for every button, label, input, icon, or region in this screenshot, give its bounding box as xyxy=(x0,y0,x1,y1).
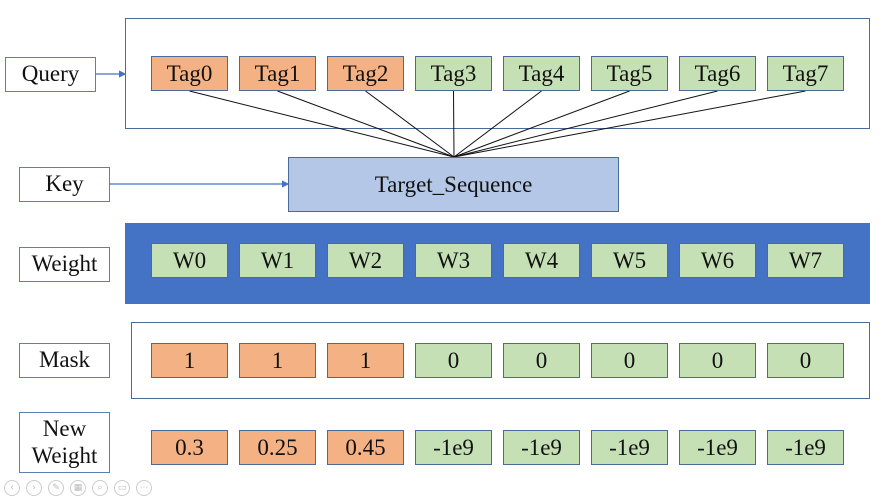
tag-box-2: Tag2 xyxy=(327,56,404,91)
tag-connector-6 xyxy=(453,90,718,158)
weight-box-5: W5 xyxy=(591,243,668,278)
new-weight-box-text: 0.3 xyxy=(175,434,204,460)
weight-box-text: W2 xyxy=(348,247,383,273)
new-weight-box-3: -1e9 xyxy=(415,430,492,465)
mask-label: Mask xyxy=(19,343,110,378)
new-weight-text-1: New xyxy=(42,416,87,442)
mask-box-0: 1 xyxy=(151,343,228,378)
mask-box-text: 0 xyxy=(623,347,636,373)
weight-box-3: W3 xyxy=(415,243,492,278)
mask-box-6: 0 xyxy=(679,343,756,378)
weight-box-text: W1 xyxy=(260,247,295,273)
weight-box-text: W0 xyxy=(172,247,207,273)
prev-icon[interactable]: ‹ xyxy=(4,480,20,496)
weight-box-text: W7 xyxy=(788,247,823,273)
weight-box-0: W0 xyxy=(151,243,228,278)
mask-box-5: 0 xyxy=(591,343,668,378)
weight-box-4: W4 xyxy=(503,243,580,278)
tag-box-text: Tag0 xyxy=(166,60,213,86)
tag-box-1: Tag1 xyxy=(239,56,316,91)
slides-icon[interactable]: ▦ xyxy=(70,480,86,496)
new-weight-box-2: 0.45 xyxy=(327,430,404,465)
mask-box-7: 0 xyxy=(767,343,844,378)
tag-box-text: Tag1 xyxy=(254,60,301,86)
mask-box-text: 0 xyxy=(799,347,812,373)
mask-box-text: 0 xyxy=(535,347,548,373)
new-weight-box-text: -1e9 xyxy=(785,434,826,460)
new-weight-box-6: -1e9 xyxy=(679,430,756,465)
new-weight-box-text: -1e9 xyxy=(521,434,562,460)
pen-icon[interactable]: ✎ xyxy=(48,480,64,496)
weight-box-text: W5 xyxy=(612,247,647,273)
mask-box-text: 1 xyxy=(271,347,284,373)
tag-box-text: Tag6 xyxy=(694,60,741,86)
weight-text: Weight xyxy=(31,251,98,277)
mask-box-text: 1 xyxy=(359,347,372,373)
new-weight-box-text: -1e9 xyxy=(433,434,474,460)
tag-box-text: Tag5 xyxy=(606,60,653,86)
subtitles-icon[interactable]: ▭ xyxy=(114,480,130,496)
new-weight-label: New Weight xyxy=(19,412,110,473)
tag-box-5: Tag5 xyxy=(591,56,668,91)
tag-connector-2 xyxy=(365,90,455,158)
tag-connector-7 xyxy=(453,90,806,158)
target-sequence-text: Target_Sequence xyxy=(374,171,533,197)
new-weight-box-text: -1e9 xyxy=(697,434,738,460)
new-weight-box-5: -1e9 xyxy=(591,430,668,465)
tag-box-text: Tag3 xyxy=(430,60,477,86)
tag-box-text: Tag7 xyxy=(782,60,829,86)
weight-box-2: W2 xyxy=(327,243,404,278)
new-weight-box-0: 0.3 xyxy=(151,430,228,465)
mask-box-2: 1 xyxy=(327,343,404,378)
tag-box-text: Tag2 xyxy=(342,60,389,86)
new-weight-box-text: 0.25 xyxy=(257,434,298,460)
key-text: Key xyxy=(45,171,84,197)
new-weight-box-7: -1e9 xyxy=(767,430,844,465)
tag-box-text: Tag4 xyxy=(518,60,565,86)
tag-box-7: Tag7 xyxy=(767,56,844,91)
zoom-icon[interactable]: ⌕ xyxy=(92,480,108,496)
weight-label: Weight xyxy=(19,247,110,282)
key-label: Key xyxy=(19,167,110,202)
query-label: Query xyxy=(5,57,96,92)
mask-text: Mask xyxy=(38,347,91,373)
new-weight-box-1: 0.25 xyxy=(239,430,316,465)
new-weight-box-text: 0.45 xyxy=(345,434,386,460)
mask-box-3: 0 xyxy=(415,343,492,378)
weight-box-text: W3 xyxy=(436,247,471,273)
tag-connector-1 xyxy=(277,90,455,158)
weight-box-1: W1 xyxy=(239,243,316,278)
tag-box-6: Tag6 xyxy=(679,56,756,91)
tag-box-4: Tag4 xyxy=(503,56,580,91)
weight-box-7: W7 xyxy=(767,243,844,278)
query-text: Query xyxy=(21,61,80,87)
weight-box-text: W6 xyxy=(700,247,735,273)
tag-box-0: Tag0 xyxy=(151,56,228,91)
new-weight-box-text: -1e9 xyxy=(609,434,650,460)
next-icon[interactable]: › xyxy=(26,480,42,496)
new-weight-box-4: -1e9 xyxy=(503,430,580,465)
tag-box-3: Tag3 xyxy=(415,56,492,91)
tag-connector-3 xyxy=(453,90,455,158)
mask-box-text: 0 xyxy=(711,347,724,373)
mask-box-1: 1 xyxy=(239,343,316,378)
mask-box-4: 0 xyxy=(503,343,580,378)
weight-box-6: W6 xyxy=(679,243,756,278)
tag-connector-5 xyxy=(453,90,630,158)
target-sequence-box: Target_Sequence xyxy=(288,157,619,212)
mask-box-text: 0 xyxy=(447,347,460,373)
weight-box-text: W4 xyxy=(524,247,559,273)
tag-connector-4 xyxy=(453,90,542,158)
more-icon[interactable]: ⋯ xyxy=(136,480,152,496)
tag-connector-0 xyxy=(189,90,455,158)
mask-box-text: 1 xyxy=(183,347,196,373)
new-weight-text-2: Weight xyxy=(31,442,98,468)
